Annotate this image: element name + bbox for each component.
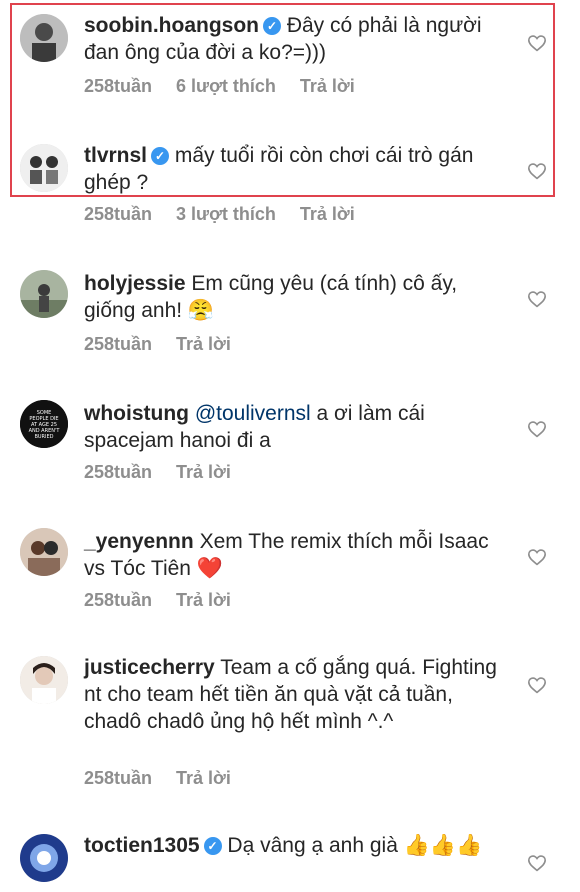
avatar[interactable] [20, 528, 68, 576]
comment-username[interactable]: whoistung [84, 402, 189, 425]
verified-badge-icon: ✓ [262, 17, 281, 35]
comment-username[interactable]: tlvrnsl [84, 144, 147, 167]
avatar[interactable]: SOME PEOPLE DIE AT AGE 25 AND AREN'T BUR… [20, 400, 68, 448]
comment-meta: 258tuần Trả lời [84, 462, 255, 483]
reply-button[interactable]: Trả lời [300, 204, 355, 224]
reply-button[interactable]: Trả lời [300, 76, 355, 96]
comment-username[interactable]: soobin.hoangson [84, 14, 259, 37]
comment-time: 258tuần [84, 768, 153, 788]
comment-username[interactable]: justicecherry [84, 656, 215, 679]
avatar[interactable] [20, 270, 68, 318]
comment-meta: 258tuần 6 lượt thích Trả lời [84, 76, 379, 97]
comment-mention[interactable]: @toulivernsl [195, 402, 311, 425]
avatar[interactable] [20, 14, 68, 62]
comment-username[interactable]: _yenyennn [84, 530, 194, 553]
heart-outline-icon[interactable] [527, 420, 547, 438]
comment-meta: 258tuần Trả lời [84, 768, 255, 789]
comment-meta: 258tuần Trả lời [84, 590, 255, 611]
avatar[interactable] [20, 144, 68, 192]
heart-outline-icon[interactable] [527, 854, 547, 872]
heart-outline-icon[interactable] [527, 676, 547, 694]
comment-body: whoistung @toulivernsl a ơi làm cái spac… [84, 400, 504, 454]
comment-meta: 258tuần 3 lượt thích Trả lời [84, 204, 379, 225]
reply-button[interactable]: Trả lời [176, 334, 231, 354]
comment-body: holyjessie Em cũng yêu (cá tính) cô ấy, … [84, 270, 504, 324]
reply-button[interactable]: Trả lời [176, 590, 231, 610]
heart-outline-icon[interactable] [527, 290, 547, 308]
heart-outline-icon[interactable] [527, 162, 547, 180]
comment-username[interactable]: toctien1305 [84, 834, 200, 857]
comment-body: toctien1305 ✓ Dạ vâng ạ anh già 👍👍👍 [84, 832, 504, 859]
comment-likes[interactable]: 6 lượt thích [176, 76, 276, 96]
reply-button[interactable]: Trả lời [176, 768, 231, 788]
comment-time: 258tuần [84, 334, 153, 354]
avatar[interactable] [20, 834, 68, 882]
heart-outline-icon[interactable] [527, 34, 547, 52]
comment-time: 258tuần [84, 76, 153, 96]
comment-username[interactable]: holyjessie [84, 272, 186, 295]
comment-body: soobin.hoangson ✓ Đây có phải là người đa… [84, 12, 504, 66]
verified-badge-icon: ✓ [151, 147, 170, 165]
svg-text:BURIED: BURIED [34, 434, 53, 440]
comment-time: 258tuần [84, 462, 153, 482]
comment-likes[interactable]: 3 lượt thích [176, 204, 276, 224]
comment-time: 258tuần [84, 204, 153, 224]
comment-time: 258tuần [84, 590, 153, 610]
reply-button[interactable]: Trả lời [176, 462, 231, 482]
comment-body: _yenyennn Xem The remix thích mỗi Isaac … [84, 528, 504, 582]
verified-badge-icon: ✓ [203, 837, 222, 855]
comment-text: Dạ vâng ạ anh già 👍👍👍 [227, 834, 483, 857]
comment-meta: 258tuần Trả lời [84, 334, 255, 355]
heart-outline-icon[interactable] [527, 548, 547, 566]
comment-body: tlvrnsl ✓ mấy tuổi rồi còn chơi cái trò g… [84, 142, 504, 196]
comment-body: justicecherry Team a cố gắng quá. Fighti… [84, 654, 504, 735]
avatar[interactable] [20, 656, 68, 704]
